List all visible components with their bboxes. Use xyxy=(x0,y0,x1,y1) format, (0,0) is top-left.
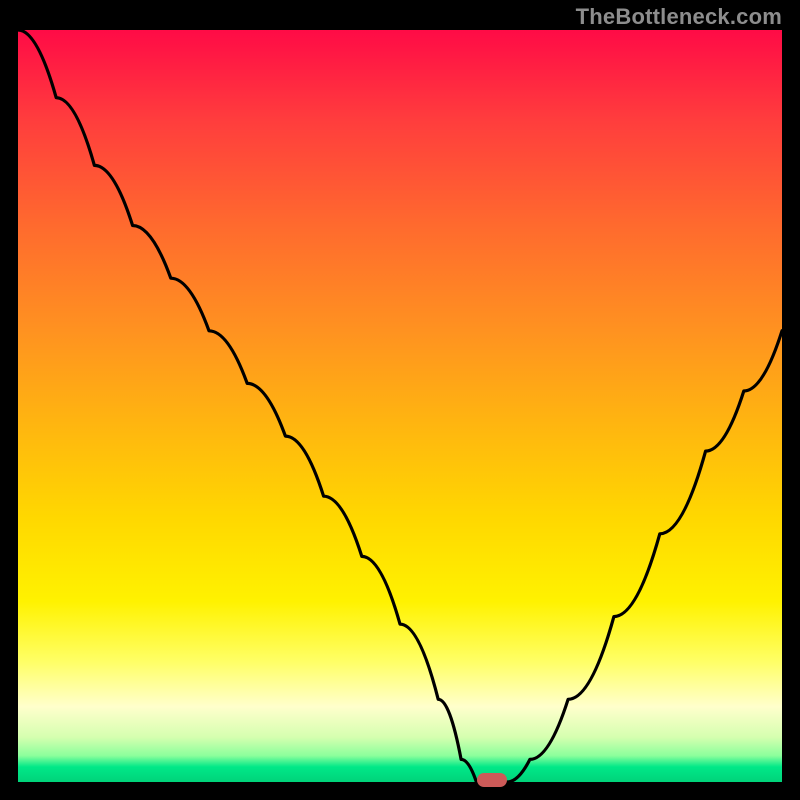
plot-area xyxy=(18,30,782,782)
optimum-marker xyxy=(477,773,507,787)
bottleneck-curve xyxy=(18,30,782,782)
watermark-text: TheBottleneck.com xyxy=(576,4,782,30)
chart-frame: TheBottleneck.com xyxy=(0,0,800,800)
